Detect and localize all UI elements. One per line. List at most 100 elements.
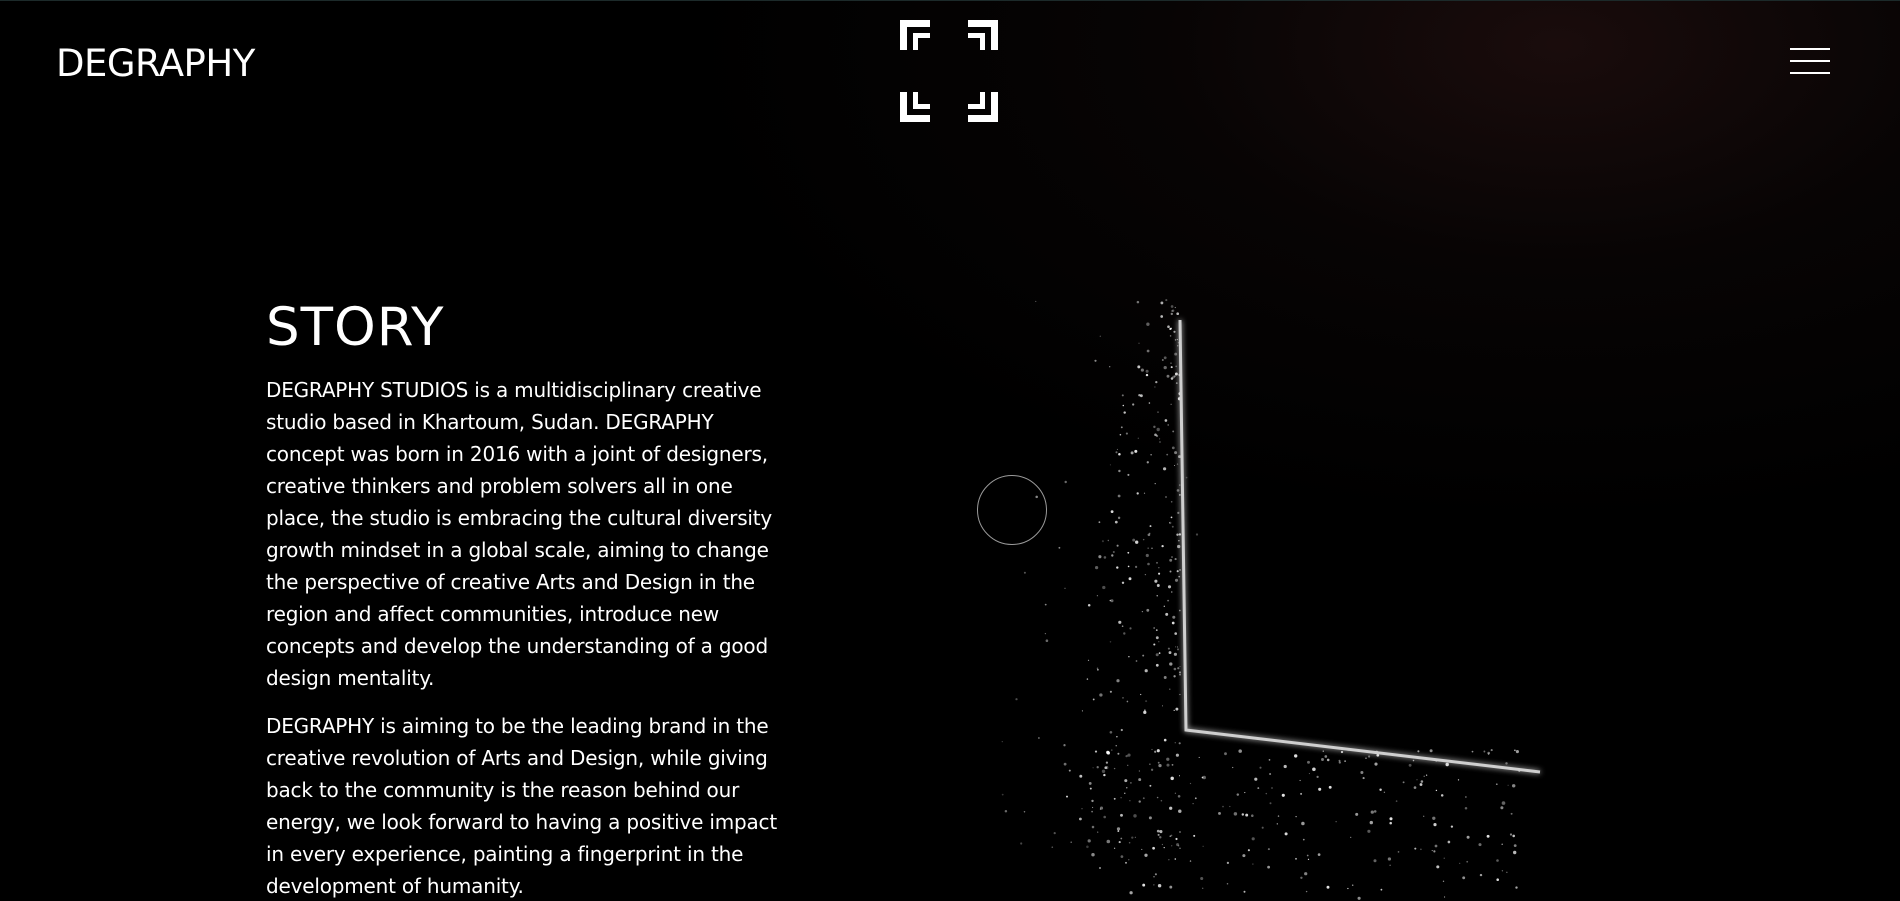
particle-dot	[1170, 776, 1174, 781]
particle-dot	[1326, 885, 1330, 889]
particle-dot	[1154, 873, 1157, 876]
particle-dot	[1362, 777, 1365, 780]
particle-dot	[1001, 740, 1003, 743]
particle-dot	[1094, 359, 1097, 362]
particle-dot	[1174, 352, 1178, 356]
particle-dot	[1173, 709, 1175, 712]
particle-dot	[1099, 335, 1101, 337]
particle-dot	[1158, 567, 1160, 569]
particle-dot	[1365, 757, 1367, 759]
particle-dot	[1179, 831, 1181, 833]
particle-dot	[1096, 595, 1099, 597]
particle-dot	[1368, 755, 1371, 758]
particle-dot	[1512, 834, 1515, 838]
particle-dot	[1251, 837, 1255, 841]
particle-dot	[1096, 667, 1099, 669]
particle-dot	[1135, 660, 1138, 662]
particle-dot	[1496, 859, 1499, 862]
particle-dot	[1321, 758, 1324, 761]
particle-dot	[1308, 773, 1310, 775]
particle-dot	[1161, 705, 1164, 707]
particle-dot	[1265, 792, 1268, 795]
particle-dot	[1420, 780, 1424, 783]
particle-dot	[1146, 322, 1150, 326]
particle-dot	[1241, 813, 1245, 816]
particle-dot	[1179, 693, 1181, 696]
particle-dot	[1178, 775, 1181, 777]
particle-dot	[1175, 365, 1178, 368]
particle-dot	[1479, 873, 1483, 877]
particle-dot	[1509, 833, 1513, 836]
particle-dot	[1179, 673, 1181, 676]
particle-dot	[1218, 811, 1221, 815]
particle-dot	[1305, 890, 1308, 893]
particle-dot	[1131, 836, 1134, 839]
particle-dot	[1120, 797, 1122, 799]
particle-dot	[1086, 678, 1089, 680]
particle-dot	[1161, 544, 1164, 548]
particle-dot	[1088, 781, 1092, 785]
particle-dot	[1515, 886, 1518, 889]
particle-dot	[1128, 577, 1132, 581]
particle-dot	[1174, 372, 1178, 376]
particle-dot	[1483, 750, 1486, 753]
brand-wordmark[interactable]: DEGRAPHY	[56, 42, 255, 86]
particle-dot	[1425, 774, 1428, 776]
particle-dot	[1171, 845, 1173, 847]
particle-dot	[1120, 813, 1123, 817]
particle-dot	[1511, 784, 1516, 788]
particle-dot	[1092, 806, 1094, 809]
particle-dot	[1300, 876, 1303, 879]
particle-dot	[1094, 750, 1098, 753]
particle-dot	[1153, 643, 1156, 646]
particle-dot	[1243, 890, 1246, 893]
particle-dot	[1167, 585, 1172, 589]
particle-dot	[1175, 382, 1178, 384]
particle-dot	[1154, 579, 1158, 583]
particle-dot	[1133, 814, 1137, 818]
particle-dot	[1142, 654, 1145, 657]
particle-dot	[1178, 809, 1182, 813]
particle-dot	[1144, 853, 1148, 857]
particle-dot	[1294, 754, 1298, 758]
particle-dot	[1357, 896, 1361, 900]
particle-dot	[1142, 797, 1145, 800]
particle-dot	[1174, 792, 1177, 794]
particle-dot	[1268, 759, 1271, 761]
particle-dot	[1171, 763, 1174, 766]
particle-dot	[1099, 693, 1103, 697]
particle-dot	[1109, 690, 1112, 693]
particle-dot	[1154, 433, 1157, 437]
particle-dot	[1167, 599, 1170, 602]
particle-dot	[1120, 728, 1123, 732]
particle-dot	[1389, 817, 1393, 821]
particle-dot	[1091, 852, 1095, 857]
particle-dot	[1150, 768, 1154, 771]
particle-dot	[1153, 627, 1155, 629]
particle-dot	[1505, 762, 1508, 765]
particle-dot	[1137, 437, 1139, 439]
particle-dot	[1501, 843, 1503, 846]
particle-dot	[1170, 501, 1173, 503]
particle-dot	[1202, 775, 1206, 780]
particle-dot	[1118, 841, 1121, 844]
particle-dot	[1500, 806, 1504, 810]
particle-dot	[1158, 652, 1161, 654]
hamburger-menu-icon[interactable]	[1790, 46, 1830, 78]
particle-dot	[1301, 821, 1305, 826]
particle-dot	[1127, 764, 1129, 766]
particle-dot	[1120, 837, 1123, 840]
particle-dot	[1148, 532, 1151, 535]
particle-dot	[1229, 805, 1231, 808]
particle-dot	[1380, 888, 1383, 891]
particle-dot	[1172, 430, 1175, 433]
particle-dot	[1045, 639, 1049, 642]
degraphy-brackets-logo-icon[interactable]	[900, 20, 998, 122]
particle-dot	[1023, 811, 1026, 813]
particle-dot	[1465, 796, 1467, 798]
particle-dot	[1137, 365, 1141, 369]
particle-dot	[1176, 338, 1178, 341]
particle-dot	[1179, 665, 1181, 668]
particle-dot	[1300, 792, 1303, 795]
particle-dot	[1238, 749, 1242, 753]
